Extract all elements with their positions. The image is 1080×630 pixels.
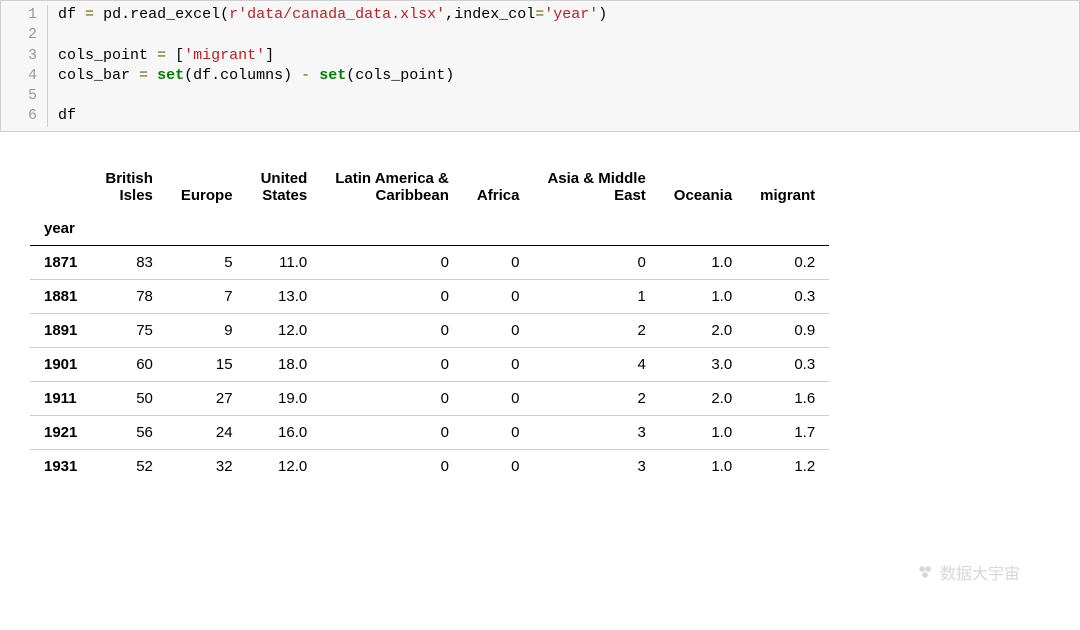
cell: 24	[167, 415, 247, 449]
cell: 1.0	[660, 415, 746, 449]
cell: 0	[463, 279, 534, 313]
dataframe-output: BritishIsles Europe UnitedStates Latin A…	[0, 152, 1080, 493]
cell: 12.0	[247, 449, 322, 483]
cell: 0.3	[746, 279, 829, 313]
row-index: 1891	[30, 313, 91, 347]
cell: 0	[533, 245, 659, 279]
cell: 1.0	[660, 245, 746, 279]
dataframe-table: BritishIsles Europe UnitedStates Latin A…	[30, 162, 829, 483]
row-index: 1901	[30, 347, 91, 381]
col-header: migrant	[746, 162, 829, 212]
row-index: 1911	[30, 381, 91, 415]
cell: 13.0	[247, 279, 322, 313]
cell: 0	[321, 415, 463, 449]
cell: 2.0	[660, 381, 746, 415]
cell: 19.0	[247, 381, 322, 415]
col-header: UnitedStates	[247, 162, 322, 212]
cell: 4	[533, 347, 659, 381]
cell: 15	[167, 347, 247, 381]
cell: 32	[167, 449, 247, 483]
cell: 27	[167, 381, 247, 415]
cell: 1.0	[660, 449, 746, 483]
cell: 60	[91, 347, 167, 381]
cell: 0	[463, 347, 534, 381]
cell: 12.0	[247, 313, 322, 347]
table-row: 1921562416.00031.01.7	[30, 415, 829, 449]
watermark-text: 数据大宇宙	[940, 560, 1020, 584]
row-index: 1881	[30, 279, 91, 313]
wechat-icon	[916, 563, 934, 581]
cell: 0.2	[746, 245, 829, 279]
col-header: BritishIsles	[91, 162, 167, 212]
cell: 1.0	[660, 279, 746, 313]
cell: 78	[91, 279, 167, 313]
table-row: 189175912.00022.00.9	[30, 313, 829, 347]
line-number: 2	[1, 25, 48, 45]
cell: 9	[167, 313, 247, 347]
code-line: df	[48, 106, 76, 126]
col-header: Latin America &Caribbean	[321, 162, 463, 212]
table-row: 1911502719.00022.01.6	[30, 381, 829, 415]
table-row: 1901601518.00043.00.3	[30, 347, 829, 381]
cell: 18.0	[247, 347, 322, 381]
row-index: 1931	[30, 449, 91, 483]
cell: 1.7	[746, 415, 829, 449]
cell: 0	[321, 347, 463, 381]
code-cell: 1df = pd.read_excel(r'data/canada_data.x…	[0, 0, 1080, 132]
cell: 5	[167, 245, 247, 279]
line-number: 3	[1, 46, 48, 66]
cell: 50	[91, 381, 167, 415]
table-row: 188178713.00011.00.3	[30, 279, 829, 313]
index-name: year	[30, 212, 91, 246]
cell: 0	[463, 313, 534, 347]
cell: 0	[321, 381, 463, 415]
cell: 0	[321, 279, 463, 313]
col-header: Europe	[167, 162, 247, 212]
col-header: Africa	[463, 162, 534, 212]
cell: 3	[533, 449, 659, 483]
line-number: 4	[1, 66, 48, 86]
cell: 2	[533, 313, 659, 347]
cell: 3.0	[660, 347, 746, 381]
col-header: Asia & MiddleEast	[533, 162, 659, 212]
code-line: cols_bar = set(df.columns) - set(cols_po…	[48, 66, 454, 86]
cell: 0	[321, 449, 463, 483]
code-line: df = pd.read_excel(r'data/canada_data.xl…	[48, 5, 607, 25]
line-number: 6	[1, 106, 48, 126]
cell: 11.0	[247, 245, 322, 279]
cell: 83	[91, 245, 167, 279]
cell: 0	[463, 449, 534, 483]
cell: 16.0	[247, 415, 322, 449]
cell: 7	[167, 279, 247, 313]
col-header: Oceania	[660, 162, 746, 212]
cell: 56	[91, 415, 167, 449]
cell: 1	[533, 279, 659, 313]
cell: 2	[533, 381, 659, 415]
cell: 3	[533, 415, 659, 449]
cell: 75	[91, 313, 167, 347]
cell: 2.0	[660, 313, 746, 347]
row-index: 1921	[30, 415, 91, 449]
table-row: 187183511.00001.00.2	[30, 245, 829, 279]
cell: 0	[321, 313, 463, 347]
line-number: 5	[1, 86, 48, 106]
table-row: 1931523212.00031.01.2	[30, 449, 829, 483]
cell: 52	[91, 449, 167, 483]
code-line: cols_point = ['migrant']	[48, 46, 274, 66]
cell: 1.6	[746, 381, 829, 415]
cell: 0	[463, 415, 534, 449]
cell: 0.9	[746, 313, 829, 347]
row-index: 1871	[30, 245, 91, 279]
cell: 0	[321, 245, 463, 279]
watermark: 数据大宇宙	[916, 560, 1020, 584]
line-number: 1	[1, 5, 48, 25]
cell: 1.2	[746, 449, 829, 483]
cell: 0.3	[746, 347, 829, 381]
cell: 0	[463, 381, 534, 415]
cell: 0	[463, 245, 534, 279]
